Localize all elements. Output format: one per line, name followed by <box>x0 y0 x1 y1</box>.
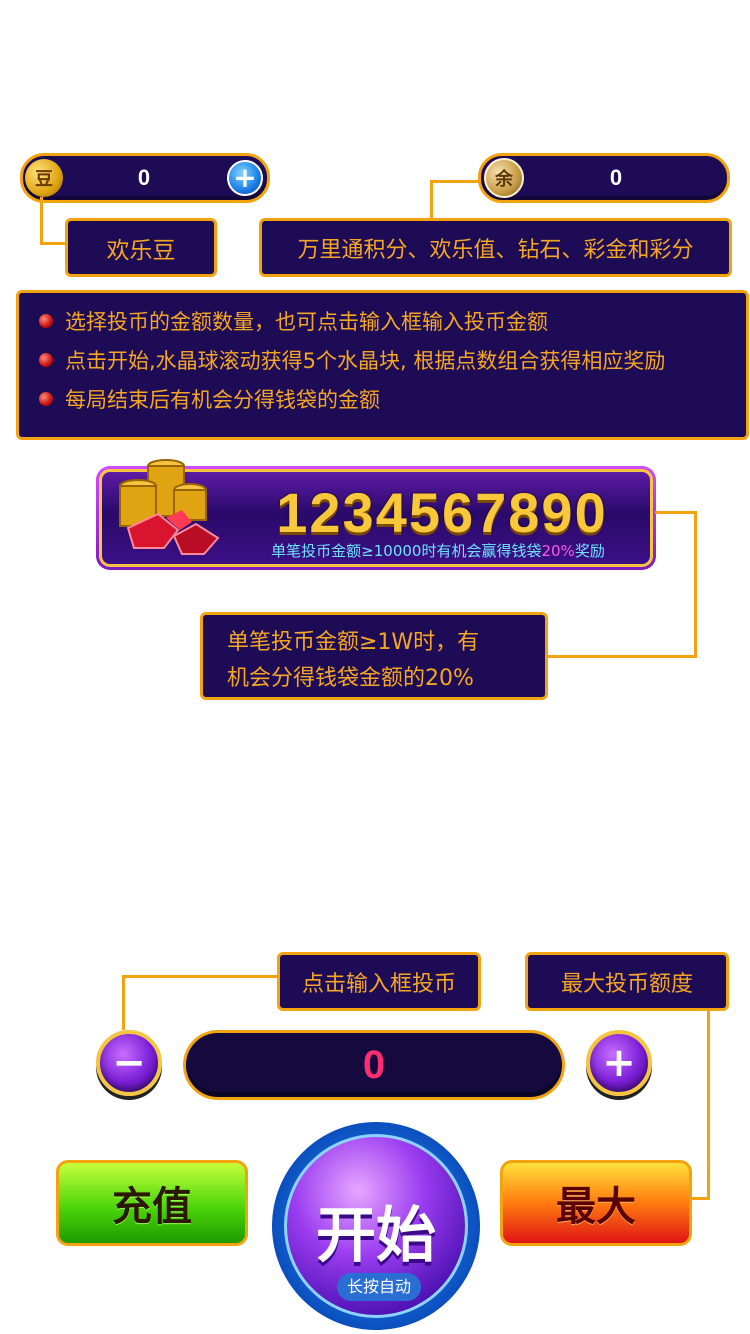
jackpot-banner: 1234567890 单笔投币金额≥10000时有机会赢得钱袋20%奖励 <box>96 459 656 570</box>
instructions-panel: 选择投币的金额数量，也可点击输入框输入投币金额 点击开始,水晶球滚动获得5个水晶… <box>16 290 749 440</box>
recharge-button[interactable]: 充值 <box>56 1160 248 1246</box>
connector-line <box>430 180 433 220</box>
connector-line <box>655 511 697 514</box>
connector-line <box>122 975 280 978</box>
connector-line <box>40 197 43 245</box>
bet-value: 0 <box>362 1043 386 1087</box>
bean-coin-icon: 豆 <box>25 159 63 197</box>
jackpot-subtitle: 单笔投币金额≥10000时有机会赢得钱袋20%奖励 <box>238 540 638 561</box>
beans-bar: 豆 0 + <box>20 153 270 203</box>
instruction-text: 点击开始,水晶球滚动获得5个水晶块, 根据点数组合获得相应奖励 <box>65 348 666 373</box>
connector-line <box>40 242 68 245</box>
jackpot-note-line: 机会分得钱袋金额的20% <box>227 666 474 691</box>
bullet-icon <box>39 313 53 328</box>
instruction-text: 每局结束后有机会分得钱袋的金额 <box>65 387 380 412</box>
instruction-item: 每局结束后有机会分得钱袋的金额 <box>39 379 746 418</box>
jackpot-subtitle-text: 单笔投币金额≥10000时有机会赢得钱袋 <box>271 542 542 560</box>
input-hint-label: 点击输入框投币 <box>277 952 481 1011</box>
max-button[interactable]: 最大 <box>500 1160 692 1246</box>
bullet-icon <box>39 391 53 406</box>
connector-line <box>694 511 697 658</box>
beans-value: 0 <box>137 165 151 190</box>
max-hint-label: 最大投币额度 <box>525 952 729 1011</box>
jackpot-number: 1234567890 <box>276 481 608 544</box>
connector-line <box>122 975 125 1030</box>
minus-button[interactable]: − <box>96 1030 162 1096</box>
bullet-icon <box>39 352 53 367</box>
connector-line <box>707 1010 710 1200</box>
balance-coin-icon: 余 <box>484 158 524 198</box>
balance-value: 0 <box>609 165 623 190</box>
plus-button[interactable]: + <box>586 1030 652 1096</box>
bet-input[interactable]: 0 <box>183 1030 565 1100</box>
instruction-item: 选择投币的金额数量，也可点击输入框输入投币金额 <box>39 301 746 340</box>
start-button[interactable]: 开始 长按自动 <box>272 1122 480 1330</box>
jackpot-subtitle-pct: 20% <box>541 542 575 560</box>
instruction-item: 点击开始,水晶球滚动获得5个水晶块, 根据点数组合获得相应奖励 <box>39 340 746 379</box>
instruction-text: 选择投币的金额数量，也可点击输入框输入投币金额 <box>65 309 548 334</box>
coin-pile-icon <box>119 459 220 555</box>
jackpot-note: 单笔投币金额≥1W时，有 机会分得钱袋金额的20% <box>200 612 548 700</box>
jackpot-note-line: 单笔投币金额≥1W时，有 <box>227 630 480 655</box>
plus-icon[interactable]: + <box>227 160 263 196</box>
balance-bar: 余 0 <box>478 153 730 203</box>
beans-label: 欢乐豆 <box>65 218 217 277</box>
connector-line <box>692 1197 710 1200</box>
balance-label: 万里通积分、欢乐值、钻石、彩金和彩分 <box>259 218 732 277</box>
connector-line <box>430 180 480 183</box>
jackpot-subtitle-suffix: 奖励 <box>574 542 605 560</box>
start-label: 开始 <box>316 1201 436 1271</box>
start-sublabel: 长按自动 <box>337 1273 421 1301</box>
connector-line <box>546 655 697 658</box>
